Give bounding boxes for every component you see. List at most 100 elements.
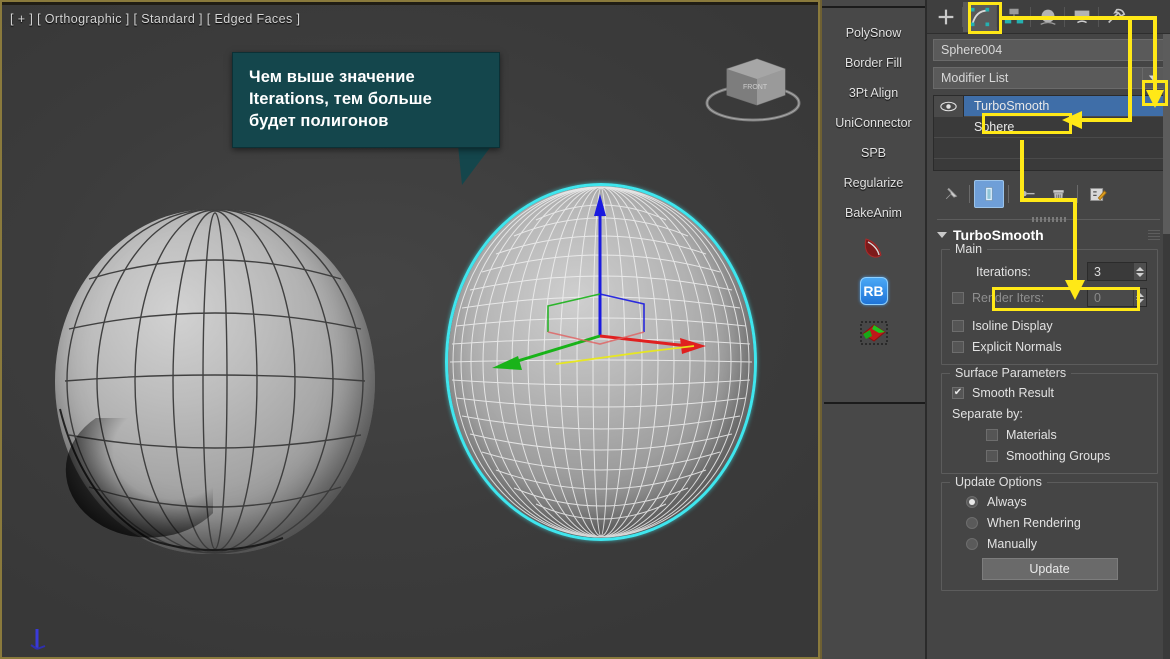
surface-parameters-group: Surface Parameters Smooth Result Separat… [941, 366, 1158, 474]
iterations-spinner-arrows[interactable] [1133, 263, 1146, 280]
toolbar-separator-1 [969, 185, 970, 203]
main-group-legend: Main [950, 242, 988, 256]
modifier-list-field[interactable]: Modifier List [933, 67, 1142, 89]
stack-empty-row-1[interactable] [934, 138, 1163, 159]
wrench-red-icon[interactable] [857, 232, 891, 266]
script-button-regularize[interactable]: Regularize [822, 168, 925, 198]
viewport[interactable]: FRONT [ + ] [ Orthographic ] [ Standard … [0, 0, 820, 659]
modify-tab[interactable] [962, 1, 997, 32]
update-button[interactable]: Update [981, 558, 1118, 580]
motion-wheel-icon [1040, 9, 1056, 25]
rb-badge-icon[interactable]: RB [857, 274, 891, 308]
script-toolbar-divider [822, 6, 925, 8]
eye-icon[interactable] [934, 96, 964, 117]
stack-item-sphere[interactable]: Sphere [934, 117, 1163, 138]
render-iters-spinner-arrows[interactable] [1133, 289, 1146, 306]
script-button-polysnow[interactable]: PolySnow [822, 18, 925, 48]
command-panel-scrollbar[interactable] [1163, 34, 1170, 659]
modifier-stack-toolbar [935, 177, 1162, 211]
tooltip-callout: Чем выше значение Iterations, тем больше… [232, 52, 500, 148]
iterations-label: Iterations: [976, 264, 1031, 279]
script-button-spb[interactable]: SPB [822, 138, 925, 168]
isoline-display-checkbox[interactable] [952, 320, 964, 332]
scrollbar-thumb[interactable] [1163, 34, 1170, 234]
toolbar-separator-2 [1008, 185, 1009, 203]
script-toolbar: PolySnow Border Fill 3Pt Align UniConnec… [820, 0, 926, 659]
smoothing-groups-label: Smoothing Groups [1006, 449, 1111, 463]
always-row[interactable]: Always [952, 495, 1147, 509]
render-iters-value: 0 [1094, 290, 1101, 305]
chevron-down-icon [1148, 75, 1158, 81]
turbosmoothed-sphere[interactable] [445, 183, 757, 541]
script-icon-group: RB [822, 232, 925, 350]
remove-modifier-icon[interactable] [1043, 180, 1073, 208]
panel-divider [937, 219, 1160, 220]
modifier-list-row: Modifier List [927, 64, 1170, 93]
viewport-canvas[interactable]: FRONT [ + ] [ Orthographic ] [ Standard … [2, 2, 818, 657]
materials-checkbox[interactable] [986, 429, 998, 441]
hammer-icon [1108, 8, 1126, 23]
always-radio[interactable] [966, 496, 978, 508]
explicit-normals-checkbox[interactable] [952, 341, 964, 353]
command-panel: Sphere004 Modifier List TurboSmooth Sphe… [926, 0, 1170, 659]
rollout-title-label: TurboSmooth [953, 227, 1044, 243]
when-rendering-radio[interactable] [966, 517, 978, 529]
move-gizmo[interactable] [448, 186, 754, 538]
render-iters-checkbox[interactable] [952, 291, 964, 304]
object-name-row: Sphere004 [927, 34, 1170, 64]
make-unique-icon[interactable] [1013, 180, 1043, 208]
stack-item-turbosmooth[interactable]: TurboSmooth [934, 96, 1163, 117]
red-polygon-icon[interactable] [857, 316, 891, 350]
script-button-uniconnector[interactable]: UniConnector [822, 108, 925, 138]
iterations-spinner[interactable]: 3 [1087, 262, 1147, 281]
manually-row[interactable]: Manually [952, 537, 1147, 551]
app-window: FRONT [ + ] [ Orthographic ] [ Standard … [0, 0, 1170, 659]
update-options-legend: Update Options [950, 475, 1047, 489]
show-end-result-icon[interactable] [974, 180, 1004, 208]
viewcube[interactable]: FRONT [699, 49, 807, 125]
modifier-list-dropdown-button[interactable] [1142, 67, 1164, 89]
script-button-3pt-align[interactable]: 3Pt Align [822, 78, 925, 108]
stack-empty-row-2[interactable] [934, 159, 1163, 170]
main-group: Main Iterations: 3 Render Iters: 0 Isoli… [941, 242, 1158, 365]
when-rendering-row[interactable]: When Rendering [952, 516, 1147, 530]
script-button-bakeanim[interactable]: BakeAnim [822, 198, 925, 228]
render-iters-row: Render Iters: 0 [952, 288, 1147, 307]
callout-line-1: Чем выше значение [249, 68, 415, 86]
pin-stack-icon[interactable] [935, 180, 965, 208]
object-name-field[interactable]: Sphere004 [933, 39, 1164, 61]
isoline-display-row[interactable]: Isoline Display [952, 319, 1147, 333]
smoothing-groups-checkbox[interactable] [986, 450, 998, 462]
render-iters-label: Render Iters: [972, 290, 1045, 305]
materials-row[interactable]: Materials [952, 428, 1147, 442]
configure-modifier-sets-icon[interactable] [1082, 180, 1112, 208]
modifier-stack[interactable]: TurboSmooth Sphere [933, 95, 1164, 171]
utilities-tab[interactable] [1098, 2, 1133, 32]
materials-label: Materials [1006, 428, 1057, 442]
script-button-border-fill[interactable]: Border Fill [822, 48, 925, 78]
callout-line-2: Iterations, тем больше [249, 89, 432, 108]
iterations-value: 3 [1094, 264, 1101, 279]
viewcube-face-label: FRONT [743, 84, 768, 91]
curve-modify-icon [970, 7, 990, 26]
hierarchy-icon [1004, 8, 1024, 23]
smoothing-groups-row[interactable]: Smoothing Groups [952, 449, 1147, 463]
create-tab[interactable] [929, 2, 963, 32]
always-label: Always [987, 495, 1027, 509]
manually-radio[interactable] [966, 538, 978, 550]
smooth-result-row[interactable]: Smooth Result [952, 386, 1147, 400]
motion-tab[interactable] [1030, 2, 1065, 32]
manually-label: Manually [987, 537, 1038, 551]
smooth-result-checkbox[interactable] [952, 387, 964, 399]
explicit-normals-label: Explicit Normals [972, 340, 1062, 354]
command-panel-tabs [927, 0, 1170, 34]
low-poly-sphere[interactable] [55, 209, 375, 554]
render-iters-spinner[interactable]: 0 [1087, 288, 1147, 307]
iterations-row: Iterations: 3 [952, 262, 1147, 281]
explicit-normals-row[interactable]: Explicit Normals [952, 340, 1147, 354]
display-tab[interactable] [1064, 2, 1099, 32]
rollout-collapse-icon[interactable] [937, 232, 947, 238]
toolbar-separator-3 [1077, 185, 1078, 203]
viewport-label: [ + ] [ Orthographic ] [ Standard ] [ Ed… [10, 12, 301, 26]
hierarchy-tab[interactable] [996, 2, 1031, 32]
